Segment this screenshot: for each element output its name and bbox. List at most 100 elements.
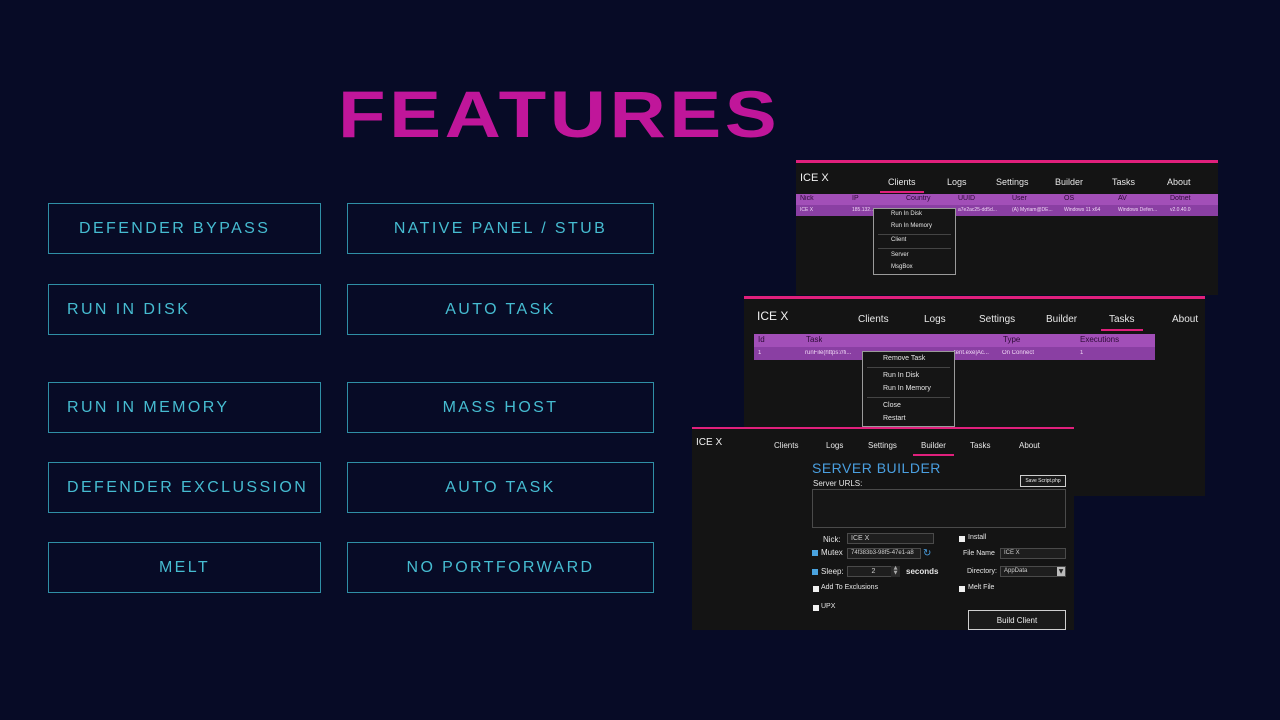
tab-about[interactable]: About [1019, 441, 1040, 450]
menu-run-in-memory[interactable]: Run In Memory [891, 223, 932, 229]
window-accent-line [744, 296, 1205, 299]
tab-builder[interactable]: Builder [1055, 177, 1083, 187]
build-client-button[interactable]: Build Client [968, 610, 1066, 630]
tab-logs[interactable]: Logs [924, 314, 946, 325]
cell-av: Windows Defen... [1118, 207, 1158, 213]
melt-checkbox[interactable] [959, 586, 965, 592]
feature-defender-bypass: DEFENDER BYPASS [48, 203, 321, 254]
builder-window: ICE X Clients Logs Settings Builder Task… [692, 427, 1074, 630]
col-dotnet: Dotnet [1170, 195, 1191, 202]
nick-label: Nick: [823, 535, 841, 544]
tab-builder[interactable]: Builder [913, 441, 954, 456]
clients-window: ICE X Clients Logs Settings Builder Task… [796, 160, 1218, 295]
chevron-down-icon[interactable]: ▼ [1057, 567, 1065, 576]
exclusions-checkbox[interactable] [813, 586, 819, 592]
tab-settings[interactable]: Settings [996, 177, 1029, 187]
col-task: Task [806, 335, 823, 344]
menu-separator [867, 397, 950, 398]
menu-restart[interactable]: Restart [883, 415, 906, 422]
table-row[interactable]: ICE X 185.132... a7e2ac25-dd5d... (A) My… [796, 205, 1218, 216]
server-urls-textarea[interactable] [812, 489, 1066, 528]
tasks-context-menu: Remove Task Run In Disk Run In Memory Cl… [862, 351, 955, 427]
col-ip: IP [852, 195, 859, 202]
menu-separator [867, 367, 950, 368]
page-title: FEATURES [338, 77, 781, 151]
cell-nick: ICE X [800, 207, 814, 213]
menu-close[interactable]: Close [883, 402, 901, 409]
stepper-arrows-icon[interactable]: ▲ ▼ [891, 566, 900, 577]
tab-settings[interactable]: Settings [868, 441, 897, 450]
menu-run-in-disk[interactable]: Run In Disk [883, 372, 919, 379]
tab-tasks[interactable]: Tasks [970, 441, 990, 450]
col-user: User [1012, 195, 1027, 202]
tab-clients[interactable]: Clients [774, 441, 798, 450]
server-urls-label: Server URLS: [813, 479, 863, 488]
builder-heading: SERVER BUILDER [812, 460, 941, 476]
tab-logs[interactable]: Logs [826, 441, 843, 450]
window-accent-line [692, 427, 1074, 429]
sleep-label: Sleep: [821, 567, 844, 576]
cell-os: Windows 11 x64 [1064, 207, 1101, 213]
cell-dotnet: v2.0.40.0 [1170, 207, 1191, 213]
mutex-label: Mutex [821, 548, 843, 557]
menu-run-in-disk[interactable]: Run In Disk [891, 211, 922, 217]
feature-run-in-memory: RUN IN MEMORY [48, 382, 321, 433]
menu-remove-task[interactable]: Remove Task [883, 355, 925, 362]
mutex-input[interactable]: 74f383b3-98f5-47e1-a8 [847, 548, 921, 559]
menu-server[interactable]: Server [891, 252, 909, 258]
melt-label: Melt File [968, 584, 995, 591]
menu-client[interactable]: Client [891, 237, 906, 243]
cell-id: 1 [758, 350, 762, 356]
cell-uuid: a7e2ac25-dd5d... [958, 207, 997, 213]
cell-type: On Connect [1002, 350, 1035, 356]
upx-label: UPX [821, 603, 836, 610]
feature-native-panel: NATIVE PANEL / STUB [347, 203, 654, 254]
cell-task: runFile(https://fi... [805, 350, 852, 356]
feature-auto-task: AUTO TASK [347, 284, 654, 335]
filename-input[interactable]: ICE X [1000, 548, 1066, 559]
tab-settings[interactable]: Settings [979, 314, 1015, 325]
col-country: Country [906, 195, 931, 202]
tab-builder[interactable]: Builder [1046, 314, 1077, 325]
save-script-button[interactable]: Save Script.php [1020, 475, 1066, 487]
feature-no-portforward: NO PORTFORWARD [347, 542, 654, 593]
menu-separator [878, 234, 951, 235]
seconds-label: seconds [906, 567, 939, 576]
col-executions: Executions [1080, 335, 1120, 344]
nick-input[interactable]: ICE X [847, 533, 934, 544]
cell-task-tail: tent.exe|Ac... [954, 350, 989, 356]
feature-melt: MELT [48, 542, 321, 593]
col-id: Id [758, 335, 765, 344]
tab-about[interactable]: About [1172, 314, 1198, 325]
tab-tasks[interactable]: Tasks [1112, 177, 1135, 187]
clients-table-header: Nick IP Country UUID User OS AV Dotnet [796, 194, 1218, 205]
tab-clients[interactable]: Clients [858, 314, 889, 325]
tab-logs[interactable]: Logs [947, 177, 967, 187]
install-label: Install [968, 534, 987, 541]
feature-mass-host: MASS HOST [347, 382, 654, 433]
cell-executions: 1 [1080, 350, 1084, 356]
mutex-checkbox[interactable] [812, 550, 818, 556]
menu-msgbox[interactable]: MsgBox [891, 264, 913, 270]
app-brand: ICE X [800, 172, 829, 184]
directory-label: Directory: [967, 568, 997, 575]
tab-tasks[interactable]: Tasks [1101, 314, 1142, 331]
tab-about[interactable]: About [1167, 177, 1191, 187]
cell-ip: 185.132... [852, 207, 874, 213]
col-av: AV [1118, 195, 1127, 202]
menu-separator [878, 248, 951, 249]
app-brand: ICE X [696, 437, 723, 448]
sleep-checkbox[interactable] [812, 569, 818, 575]
refresh-icon[interactable]: ↻ [923, 548, 934, 559]
col-type: Type [1003, 335, 1021, 344]
upx-checkbox[interactable] [813, 605, 819, 611]
feature-auto-task-2: AUTO TASK [347, 462, 654, 513]
col-uuid: UUID [958, 195, 976, 202]
feature-run-in-disk: RUN IN DISK [48, 284, 321, 335]
menu-run-in-memory[interactable]: Run In Memory [883, 385, 931, 392]
col-os: OS [1064, 195, 1075, 202]
tab-clients[interactable]: Clients [880, 177, 923, 193]
cell-user: (A) Myriam@DE... [1012, 207, 1053, 213]
window-accent-line [796, 160, 1218, 163]
install-checkbox[interactable] [959, 536, 965, 542]
